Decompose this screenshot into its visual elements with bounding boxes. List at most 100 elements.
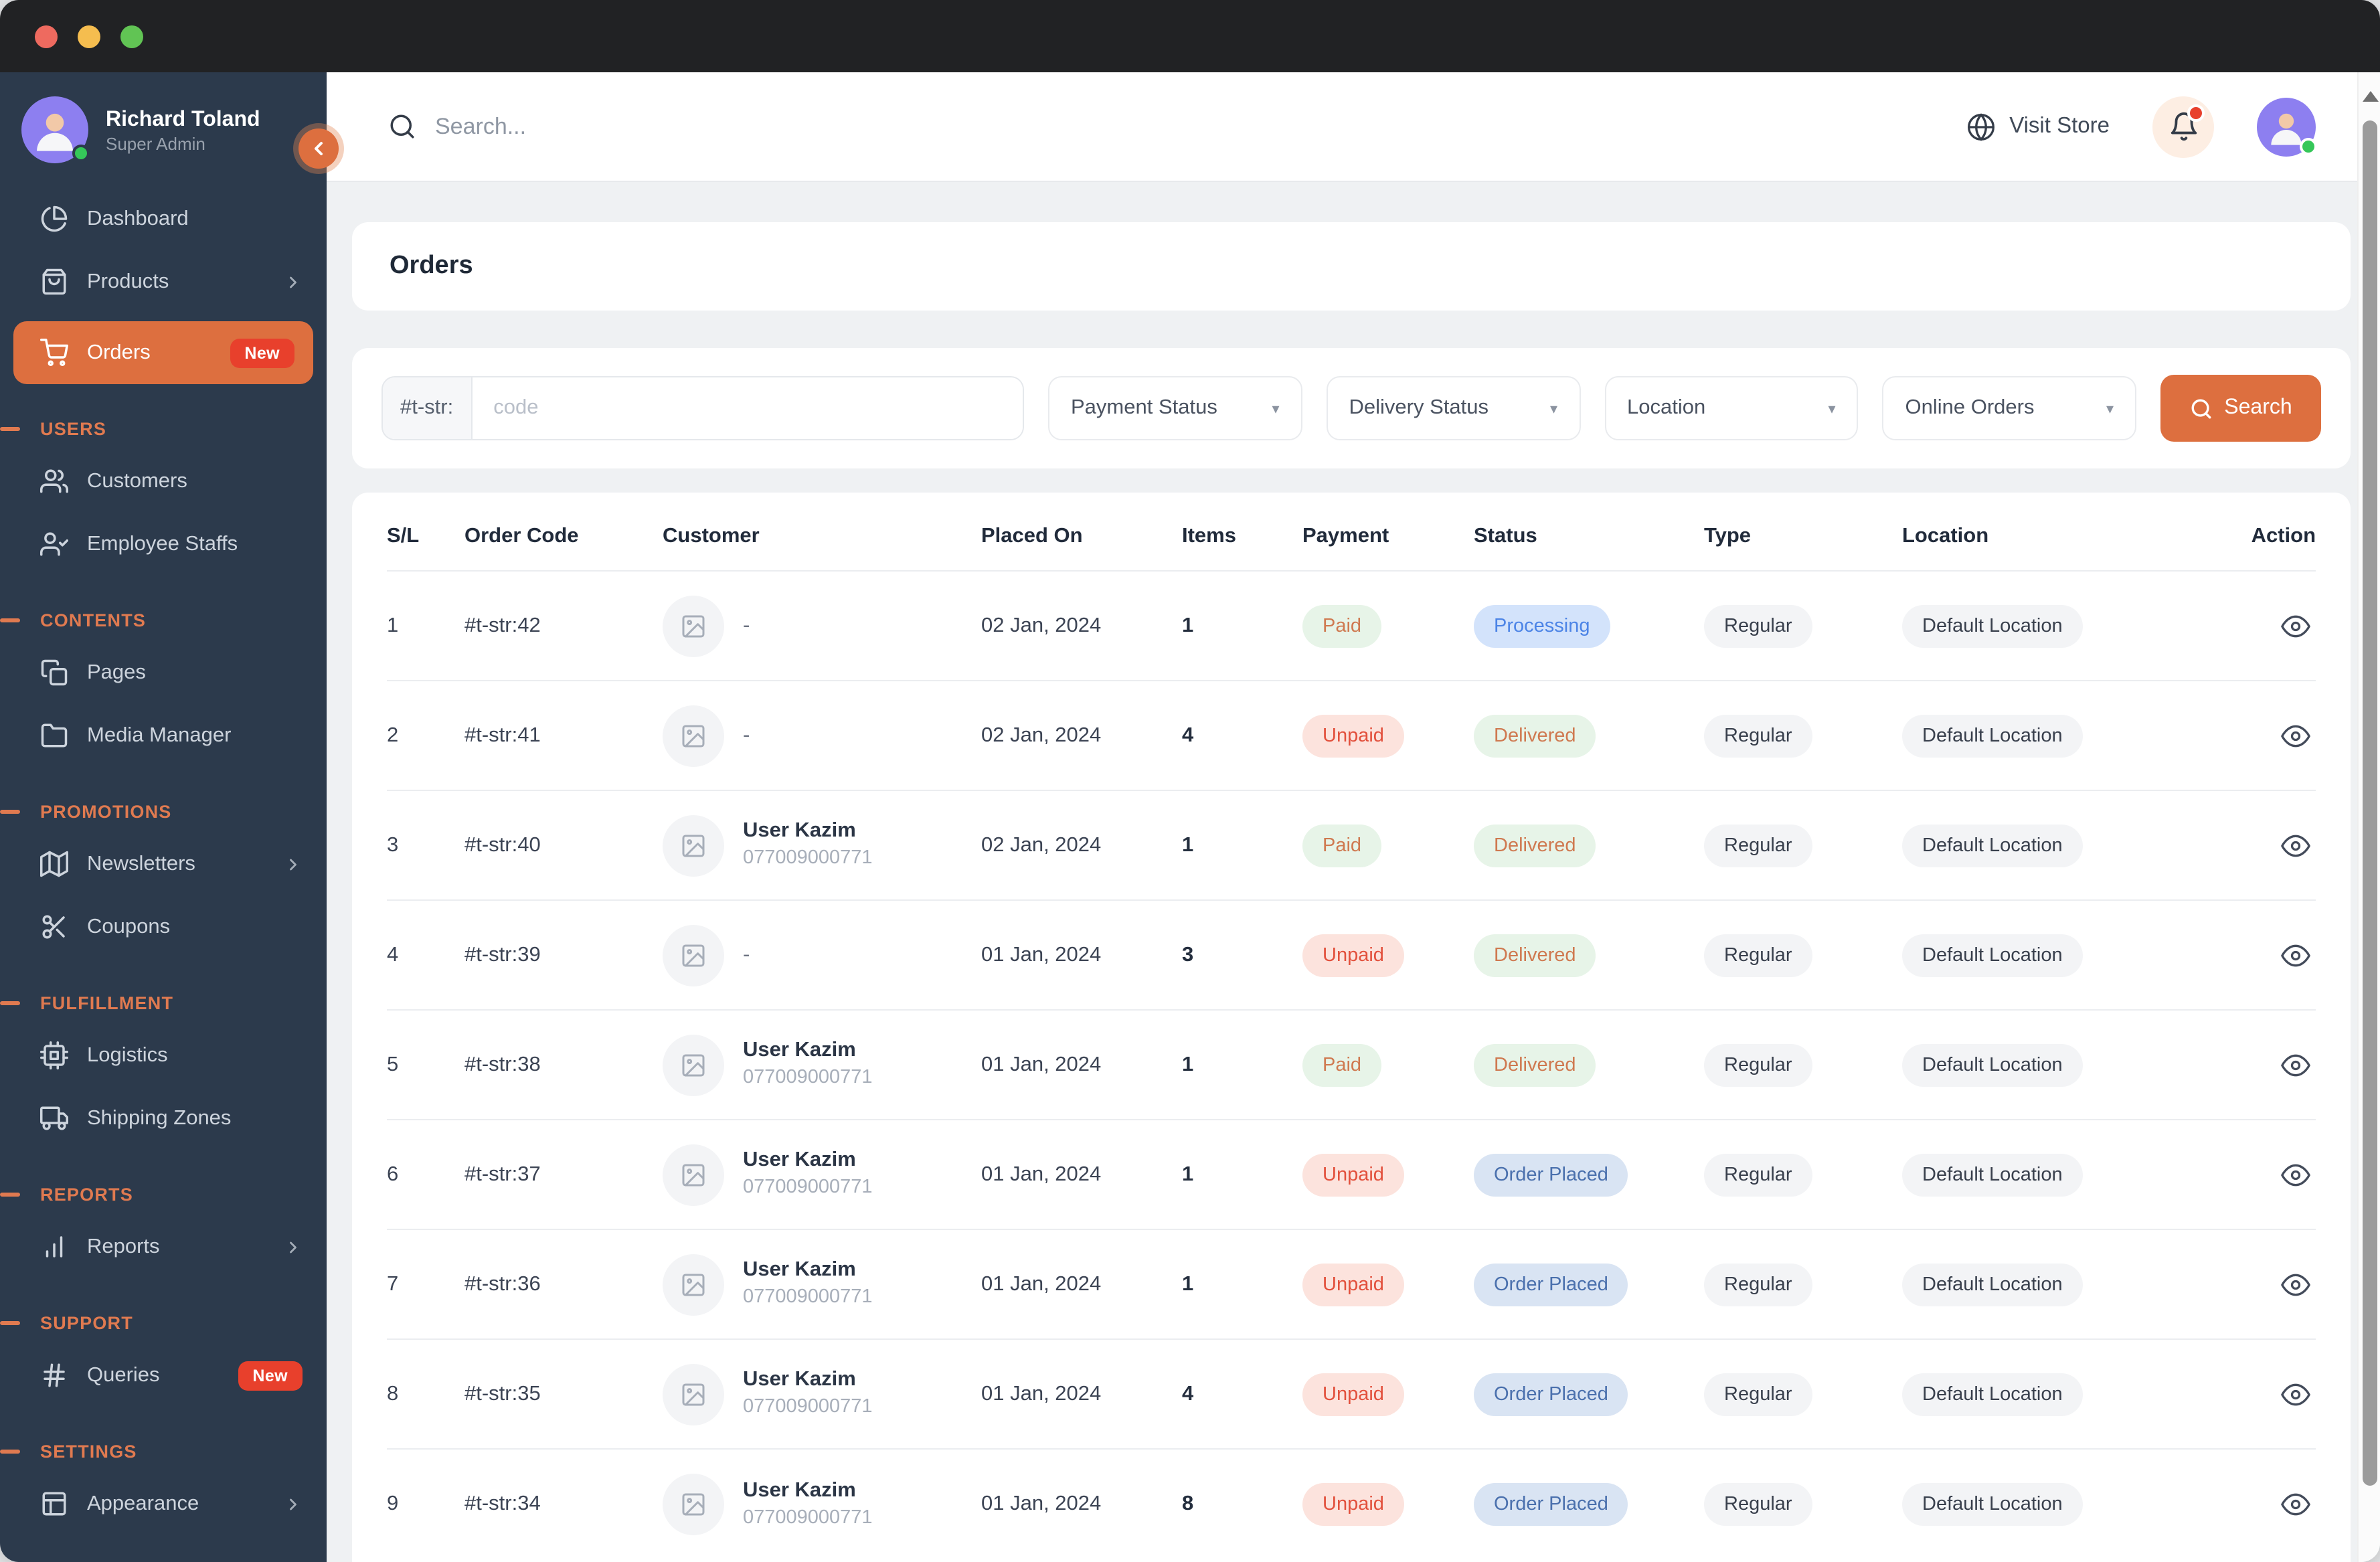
sidebar-item-dashboard[interactable]: Dashboard [0,187,327,250]
table-row: 9 #t-str:34 User Kazim 077009000771 01 Jan, … [387,1450,2316,1559]
visit-store-link[interactable]: Visit Store [1966,112,2110,141]
location-badge: Default Location [1902,934,2083,976]
customer-image-placeholder [663,924,724,986]
chevron-down-icon: ▾ [1828,401,1836,417]
cell-action [2207,611,2316,640]
close-window-button[interactable] [35,25,58,48]
customer-name: User Kazim [743,1478,856,1502]
new-badge: New [230,338,294,367]
sidebar: Richard Toland Super Admin Dashboard Prod… [0,72,339,1562]
sidebar-item-pages[interactable]: Pages [0,641,327,704]
cell-placed-on: 01 Jan, 2024 [981,1382,1102,1405]
sidebar-item-orders[interactable]: Orders New [13,321,313,384]
cell-action [2207,1270,2316,1299]
sidebar-user-card[interactable]: Richard Toland Super Admin [0,72,327,187]
view-order-button[interactable] [2281,831,2310,860]
sidebar-item-logistics[interactable]: Logistics [0,1024,327,1087]
type-badge: Regular [1704,824,1812,867]
cell-sl: 1 [387,614,399,636]
dropdown-label: Delivery Status [1349,396,1489,419]
order-code-prefix: #t-str: [383,377,473,439]
search-button[interactable]: Search [2160,375,2321,442]
truck-icon [40,1104,68,1132]
scroll-up-arrow[interactable] [2363,91,2379,102]
notifications-button[interactable] [2152,96,2214,157]
cell-status: Delivered [1474,824,1704,867]
cell-payment: Unpaid [1302,714,1474,757]
view-order-button[interactable] [2281,721,2310,750]
sidebar-item-newsletters[interactable]: Newsletters [0,833,327,895]
cell-items: 1 [1182,1162,1194,1185]
dropdown-online-orders[interactable]: Online Orders ▾ [1882,376,2136,440]
dropdown-delivery-status[interactable]: Delivery Status ▾ [1326,376,1580,440]
payment-badge: Unpaid [1302,714,1404,757]
view-order-button[interactable] [2281,1050,2310,1079]
sidebar-item-label: Queries [87,1363,160,1386]
status-badge: Processing [1474,604,1610,647]
cell-status: Order Placed [1474,1373,1704,1415]
search-input[interactable] [435,113,890,140]
customer-image-placeholder [663,1034,724,1096]
sidebar-item-customers[interactable]: Customers [0,450,327,513]
customer-info: User Kazim 077009000771 [743,1148,873,1202]
customer-name: User Kazim [743,1148,856,1172]
cell-status: Delivered [1474,714,1704,757]
table-row: 7 #t-str:36 User Kazim 077009000771 01 Jan, … [387,1230,2316,1340]
cell-items: 1 [1182,1272,1194,1295]
view-order-button[interactable] [2281,1270,2310,1299]
customer-name: User Kazim [743,1258,856,1282]
view-order-button[interactable] [2281,1490,2310,1519]
notification-dot [2187,104,2205,121]
cell-location: Default Location [1902,1263,2207,1306]
cell-sl: 8 [387,1382,399,1405]
minimize-window-button[interactable] [78,25,100,48]
cell-customer: - [663,595,981,657]
cell-payment: Unpaid [1302,1153,1474,1196]
order-code-input[interactable] [472,377,1023,439]
sidebar-item-appearance[interactable]: Appearance [0,1472,327,1535]
type-badge: Regular [1704,1373,1812,1415]
main-area: Visit Store Orders [327,72,2380,1562]
cell-type: Regular [1704,714,1902,757]
sidebar-item-media-manager[interactable]: Media Manager [0,704,327,767]
cell-payment: Paid [1302,824,1474,867]
sidebar-section-header-users: USERS [0,419,327,439]
cell-status: Order Placed [1474,1153,1704,1196]
type-badge: Regular [1704,1263,1812,1306]
chevron-down-icon: ▾ [2106,401,2114,417]
vertical-scrollbar[interactable] [2357,72,2380,1562]
customer-image-placeholder [663,595,724,657]
cell-order-code: #t-str:36 [464,1272,541,1295]
view-order-button[interactable] [2281,1379,2310,1409]
sidebar-nav: Dashboard Products Orders New USERS Customers… [0,187,327,1535]
view-order-button[interactable] [2281,1160,2310,1189]
sidebar-item-queries[interactable]: Queries New [0,1344,327,1407]
scrollbar-thumb[interactable] [2363,120,2377,1486]
zoom-window-button[interactable] [120,25,143,48]
search-icon [388,112,416,141]
sidebar-item-employee-staffs[interactable]: Employee Staffs [0,513,327,576]
customer-phone: 077009000771 [743,1067,873,1089]
customer-name: - [743,943,750,966]
view-order-button[interactable] [2281,611,2310,640]
user-name: Richard Toland [106,108,260,131]
view-order-button[interactable] [2281,940,2310,970]
globe-icon [1966,112,1996,141]
cell-sl: 4 [387,943,399,966]
cell-location: Default Location [1902,604,2207,647]
dropdown-label: Online Orders [1905,396,2035,419]
chevron-right-icon [284,272,303,291]
cell-customer: User Kazim 077009000771 [663,1144,981,1205]
content-area: Orders #t-str: Payment Status▾ Delivery S… [327,182,2380,1562]
sidebar-item-coupons[interactable]: Coupons [0,895,327,958]
topbar-avatar[interactable] [2257,97,2317,156]
sidebar-item-products[interactable]: Products [0,250,327,313]
page-title-card: Orders [352,222,2351,311]
dropdown-payment-status[interactable]: Payment Status ▾ [1048,376,1302,440]
sidebar-collapse-button[interactable] [299,128,339,169]
sidebar-item-shipping-zones[interactable]: Shipping Zones [0,1087,327,1150]
dropdown-location[interactable]: Location ▾ [1604,376,1859,440]
column-header-s-l: S/L [387,525,420,547]
sidebar-item-reports[interactable]: Reports [0,1215,327,1278]
status-badge: Delivered [1474,824,1596,867]
